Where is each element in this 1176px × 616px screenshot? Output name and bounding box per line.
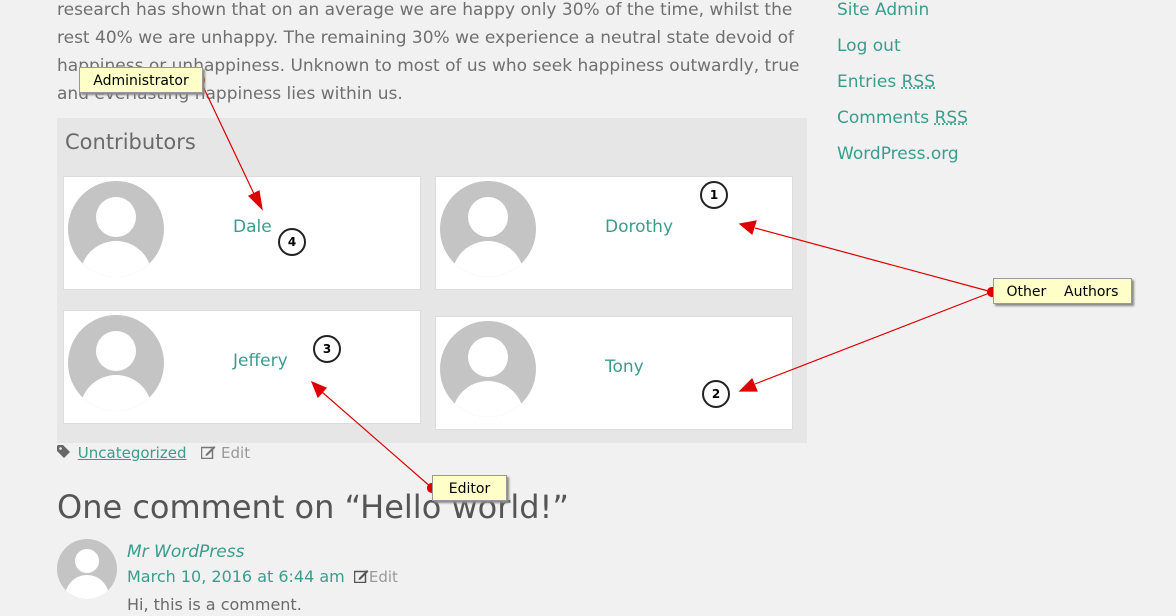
number-badge-4: 4 — [278, 228, 306, 256]
administrator-callout: Administrator — [79, 67, 203, 93]
number-badge-3: 3 — [313, 335, 341, 363]
editor-callout: Editor — [432, 475, 507, 501]
number-badge-2: 2 — [702, 380, 730, 408]
other-authors-callout: Other Authors — [993, 278, 1132, 304]
number-badge-1: 1 — [700, 181, 728, 209]
